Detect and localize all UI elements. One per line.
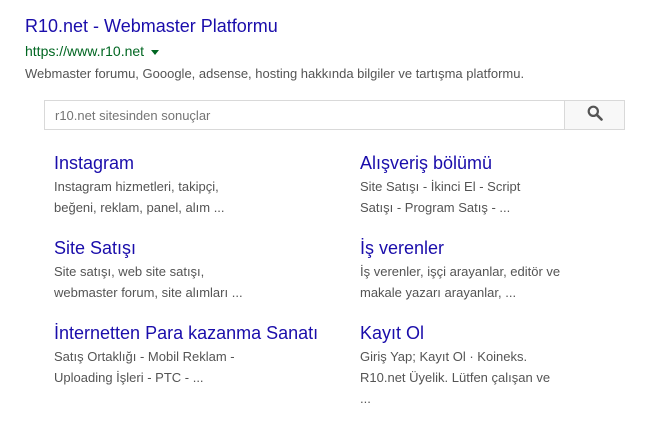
- sitelink-desc-line: Site satışı, web site satışı,: [54, 264, 205, 279]
- site-search-button[interactable]: [564, 101, 624, 129]
- result-title-link[interactable]: R10.net - Webmaster Platformu: [25, 14, 645, 38]
- sitelink-description: Site Satışı - İkinci El - Script Satışı …: [360, 176, 657, 218]
- site-search-input[interactable]: [45, 101, 564, 129]
- sitelink: Instagram Instagram hizmetleri, takipçi,…: [54, 152, 354, 218]
- sitelink-desc-line: Uploading İşleri - PTC - ...: [54, 370, 204, 385]
- result-snippet: Webmaster forumu, Gooogle, adsense, host…: [25, 66, 525, 81]
- sitelink-desc-line: Satış Ortaklığı - Mobil Reklam -: [54, 349, 235, 364]
- sitelink-desc-line: Satışı - Program Satış - ...: [360, 200, 511, 215]
- sitelink-desc-line: Site Satışı - İkinci El - Script: [360, 179, 521, 194]
- sitelink-title[interactable]: Site Satışı: [54, 237, 354, 259]
- sitelink-desc-line: Instagram hizmetleri, takipçi,: [54, 179, 219, 194]
- sitelink: Site Satışı Site satışı, web site satışı…: [54, 237, 354, 303]
- sitelink-description: İş verenler, işçi arayanlar, editör ve m…: [360, 261, 657, 303]
- sitelink-desc-line: makale yazarı arayanlar, ...: [360, 285, 517, 300]
- result-url: https://www.r10.net: [25, 43, 145, 59]
- sitelink-description: Instagram hizmetleri, takipçi, beğeni, r…: [54, 176, 354, 218]
- sitelink-desc-line: webmaster forum, site alımları ...: [54, 285, 243, 300]
- sitelink-desc-line: Giriş Yap; Kayıt Ol · Koineks.: [360, 349, 528, 364]
- sitelink-description: Site satışı, web site satışı, webmaster …: [54, 261, 354, 303]
- result-url-row: https://www.r10.net: [25, 42, 645, 60]
- sitelink-desc-line: ...: [360, 391, 371, 406]
- sitelink-title[interactable]: Instagram: [54, 152, 354, 174]
- sitelink: İnternetten Para kazanma Sanatı Satış Or…: [54, 322, 354, 388]
- search-icon: [587, 105, 603, 126]
- sitelink-description: Giriş Yap; Kayıt Ol · Koineks. R10.net Ü…: [360, 346, 657, 409]
- sitelink-title[interactable]: İnternetten Para kazanma Sanatı: [54, 322, 354, 344]
- sitelink-title[interactable]: İş verenler: [360, 237, 657, 259]
- search-result: R10.net - Webmaster Platformu https://ww…: [25, 14, 645, 83]
- sitelink: Alışveriş bölümü Site Satışı - İkinci El…: [360, 152, 657, 218]
- sitelink-desc-line: R10.net Üyelik. Lütfen çalışan ve: [360, 370, 551, 385]
- sitelink-description: Satış Ortaklığı - Mobil Reklam - Uploadi…: [54, 346, 354, 388]
- chevron-down-icon[interactable]: [151, 49, 160, 55]
- site-search-box: [44, 100, 625, 130]
- sitelink: İş verenler İş verenler, işçi arayanlar,…: [360, 237, 657, 303]
- sitelink-title[interactable]: Alışveriş bölümü: [360, 152, 657, 174]
- sitelink-desc-line: İş verenler, işçi arayanlar, editör ve: [360, 264, 561, 279]
- sitelink: Kayıt Ol Giriş Yap; Kayıt Ol · Koineks. …: [360, 322, 657, 409]
- sitelink-desc-line: beğeni, reklam, panel, alım ...: [54, 200, 225, 215]
- sitelink-title[interactable]: Kayıt Ol: [360, 322, 657, 344]
